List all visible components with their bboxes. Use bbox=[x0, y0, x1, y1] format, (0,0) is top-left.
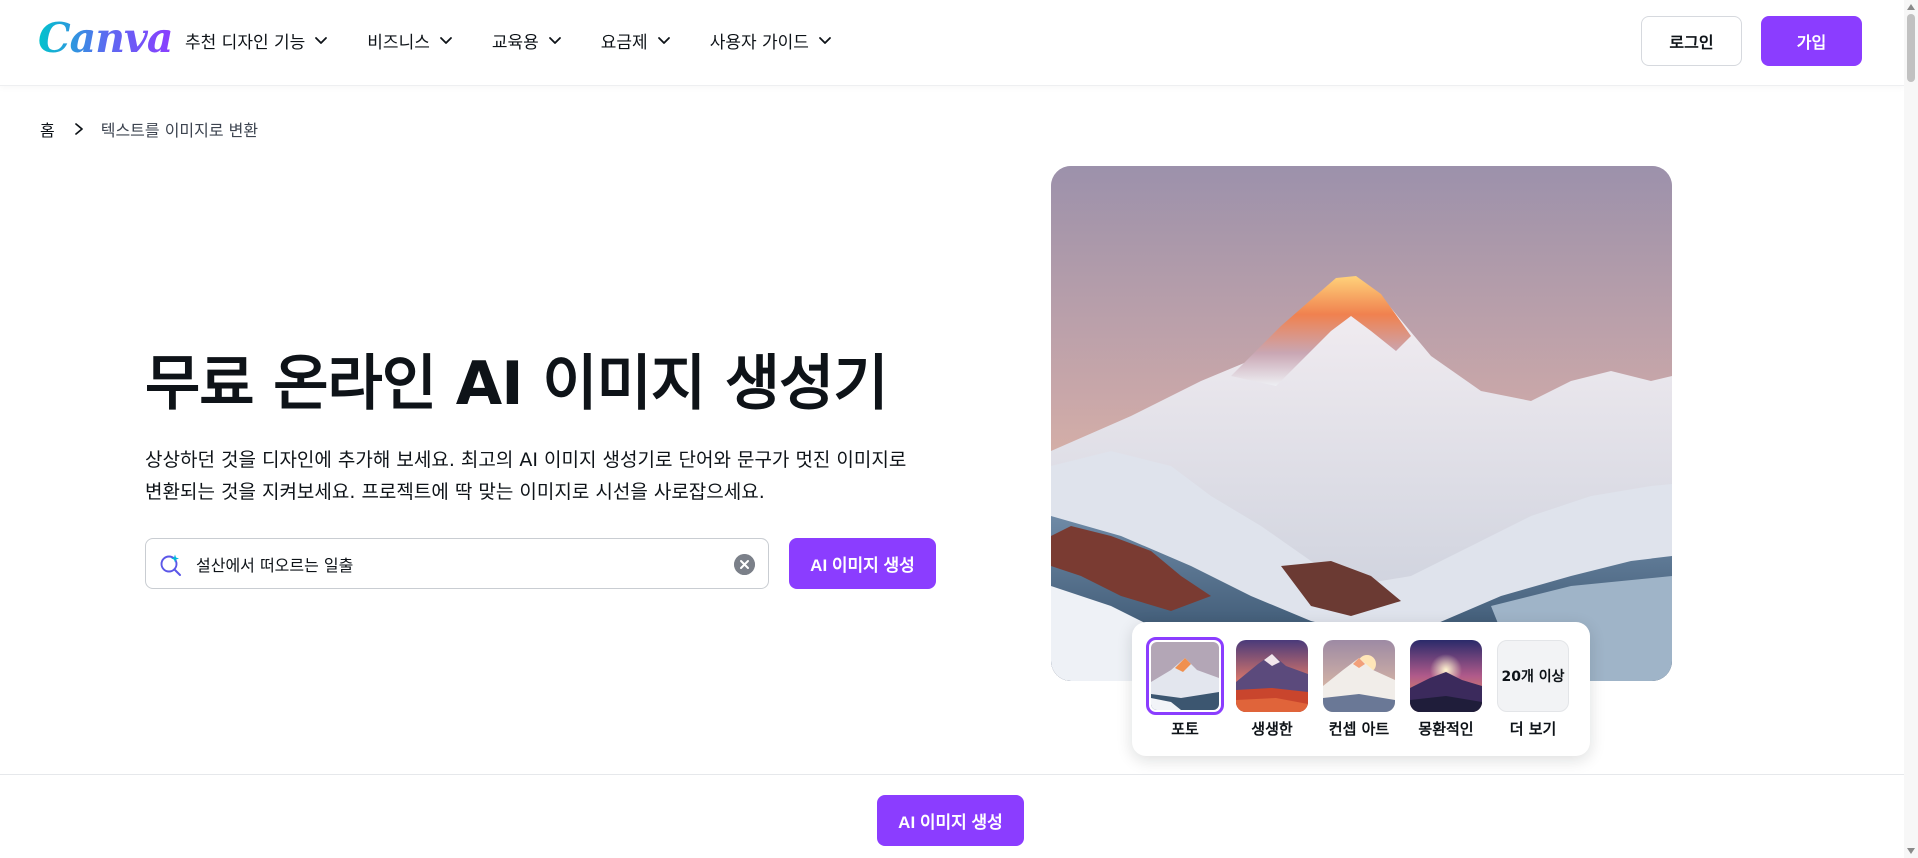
style-option-label: 포토 bbox=[1171, 720, 1199, 738]
scroll-down-arrow-icon[interactable] bbox=[1907, 848, 1915, 854]
main-nav: 추천 디자인 기능 비즈니스 교육용 요금제 사용자 가이드 bbox=[185, 0, 871, 80]
photo-style-thumbnail-image bbox=[1151, 642, 1219, 710]
page-scrollbar[interactable] bbox=[1904, 0, 1918, 858]
chevron-right-icon bbox=[74, 123, 83, 135]
nav-item-label: 교육용 bbox=[491, 32, 539, 53]
scrollbar-thumb[interactable] bbox=[1907, 14, 1915, 82]
dreamy-style-thumbnail-image bbox=[1410, 640, 1482, 712]
scroll-up-arrow-icon[interactable] bbox=[1907, 4, 1915, 10]
chevron-down-icon bbox=[439, 37, 452, 44]
nav-item-education[interactable]: 교육용 bbox=[492, 18, 563, 62]
top-navigation-bar: Canva 추천 디자인 기능 비즈니스 교육용 요금제 사용자 가이드 로그인… bbox=[0, 0, 1904, 86]
style-option-label: 더 보기 bbox=[1509, 720, 1557, 738]
style-option-concept-art[interactable]: 컨셉 아트 bbox=[1322, 640, 1396, 739]
canva-logo[interactable]: Canva bbox=[38, 14, 173, 62]
style-thumbnail bbox=[1236, 640, 1308, 712]
page-title: 무료 온라인 AI 이미지 생성기 bbox=[145, 349, 889, 419]
bottom-generate-ai-image-button[interactable]: AI 이미지 생성 bbox=[877, 795, 1024, 846]
clear-icon[interactable] bbox=[734, 554, 755, 575]
sticky-bottom-bar: AI 이미지 생성 bbox=[0, 774, 1904, 858]
chevron-down-icon bbox=[315, 37, 328, 44]
nav-item-business[interactable]: 비즈니스 bbox=[367, 18, 454, 62]
style-option-label: 생생한 bbox=[1251, 720, 1293, 738]
chevron-down-icon bbox=[819, 37, 831, 44]
mountain-illustration bbox=[1051, 166, 1672, 681]
style-thumbnail bbox=[1146, 637, 1224, 715]
sample-mountain-sunrise-image bbox=[1051, 166, 1672, 681]
prompt-input[interactable] bbox=[196, 547, 716, 581]
hero-description-line: 변환되는 것을 지켜보세요. 프로젝트에 딱 맞는 이미지로 시선을 사로잡으세… bbox=[145, 481, 765, 503]
style-option-see-more[interactable]: 20개 이상 더 보기 bbox=[1496, 640, 1570, 739]
concept-art-style-thumbnail-image bbox=[1323, 640, 1395, 712]
nav-item-user-guide[interactable]: 사용자 가이드 bbox=[710, 18, 833, 62]
login-button[interactable]: 로그인 bbox=[1641, 16, 1742, 66]
style-option-vivid[interactable]: 생생한 bbox=[1235, 640, 1309, 739]
prompt-input-box bbox=[145, 538, 769, 589]
style-option-label: 컨셉 아트 bbox=[1328, 720, 1390, 738]
breadcrumb-current: 텍스트를 이미지로 변환 bbox=[100, 121, 259, 140]
nav-item-label: 추천 디자인 기능 bbox=[185, 32, 306, 53]
style-thumbnail bbox=[1410, 640, 1482, 712]
nav-item-label: 요금제 bbox=[600, 32, 648, 53]
nav-item-pricing[interactable]: 요금제 bbox=[601, 18, 672, 62]
nav-item-label: 비즈니스 bbox=[367, 32, 430, 53]
style-thumbnail bbox=[1323, 640, 1395, 712]
nav-item-featured-design[interactable]: 추천 디자인 기능 bbox=[185, 18, 329, 62]
style-option-label: 몽환적인 bbox=[1418, 720, 1474, 738]
chevron-down-icon bbox=[548, 37, 561, 44]
breadcrumb: 홈 텍스트를 이미지로 변환 bbox=[40, 117, 258, 141]
more-styles-tile: 20개 이상 bbox=[1497, 640, 1569, 712]
style-option-dreamy[interactable]: 몽환적인 bbox=[1409, 640, 1483, 739]
vivid-style-thumbnail-image bbox=[1236, 640, 1308, 712]
signup-button[interactable]: 가입 bbox=[1761, 16, 1862, 66]
sparkle-search-icon bbox=[160, 554, 181, 576]
nav-item-label: 사용자 가이드 bbox=[709, 32, 809, 53]
hero-description-line: 상상하던 것을 디자인에 추가해 보세요. 최고의 AI 이미지 생성기로 단어… bbox=[145, 449, 907, 471]
chevron-down-icon bbox=[657, 37, 670, 44]
hero-description: 상상하던 것을 디자인에 추가해 보세요. 최고의 AI 이미지 생성기로 단어… bbox=[145, 444, 945, 508]
breadcrumb-home-link[interactable]: 홈 bbox=[40, 117, 55, 141]
style-option-photo[interactable]: 포토 bbox=[1146, 637, 1224, 739]
page: Canva 추천 디자인 기능 비즈니스 교육용 요금제 사용자 가이드 로그인… bbox=[0, 0, 1918, 858]
generate-ai-image-button[interactable]: AI 이미지 생성 bbox=[789, 538, 936, 589]
style-picker: 포토 생생한 컨셉 아트 몽환적인 20개 이상 더 보기 bbox=[1132, 622, 1590, 756]
